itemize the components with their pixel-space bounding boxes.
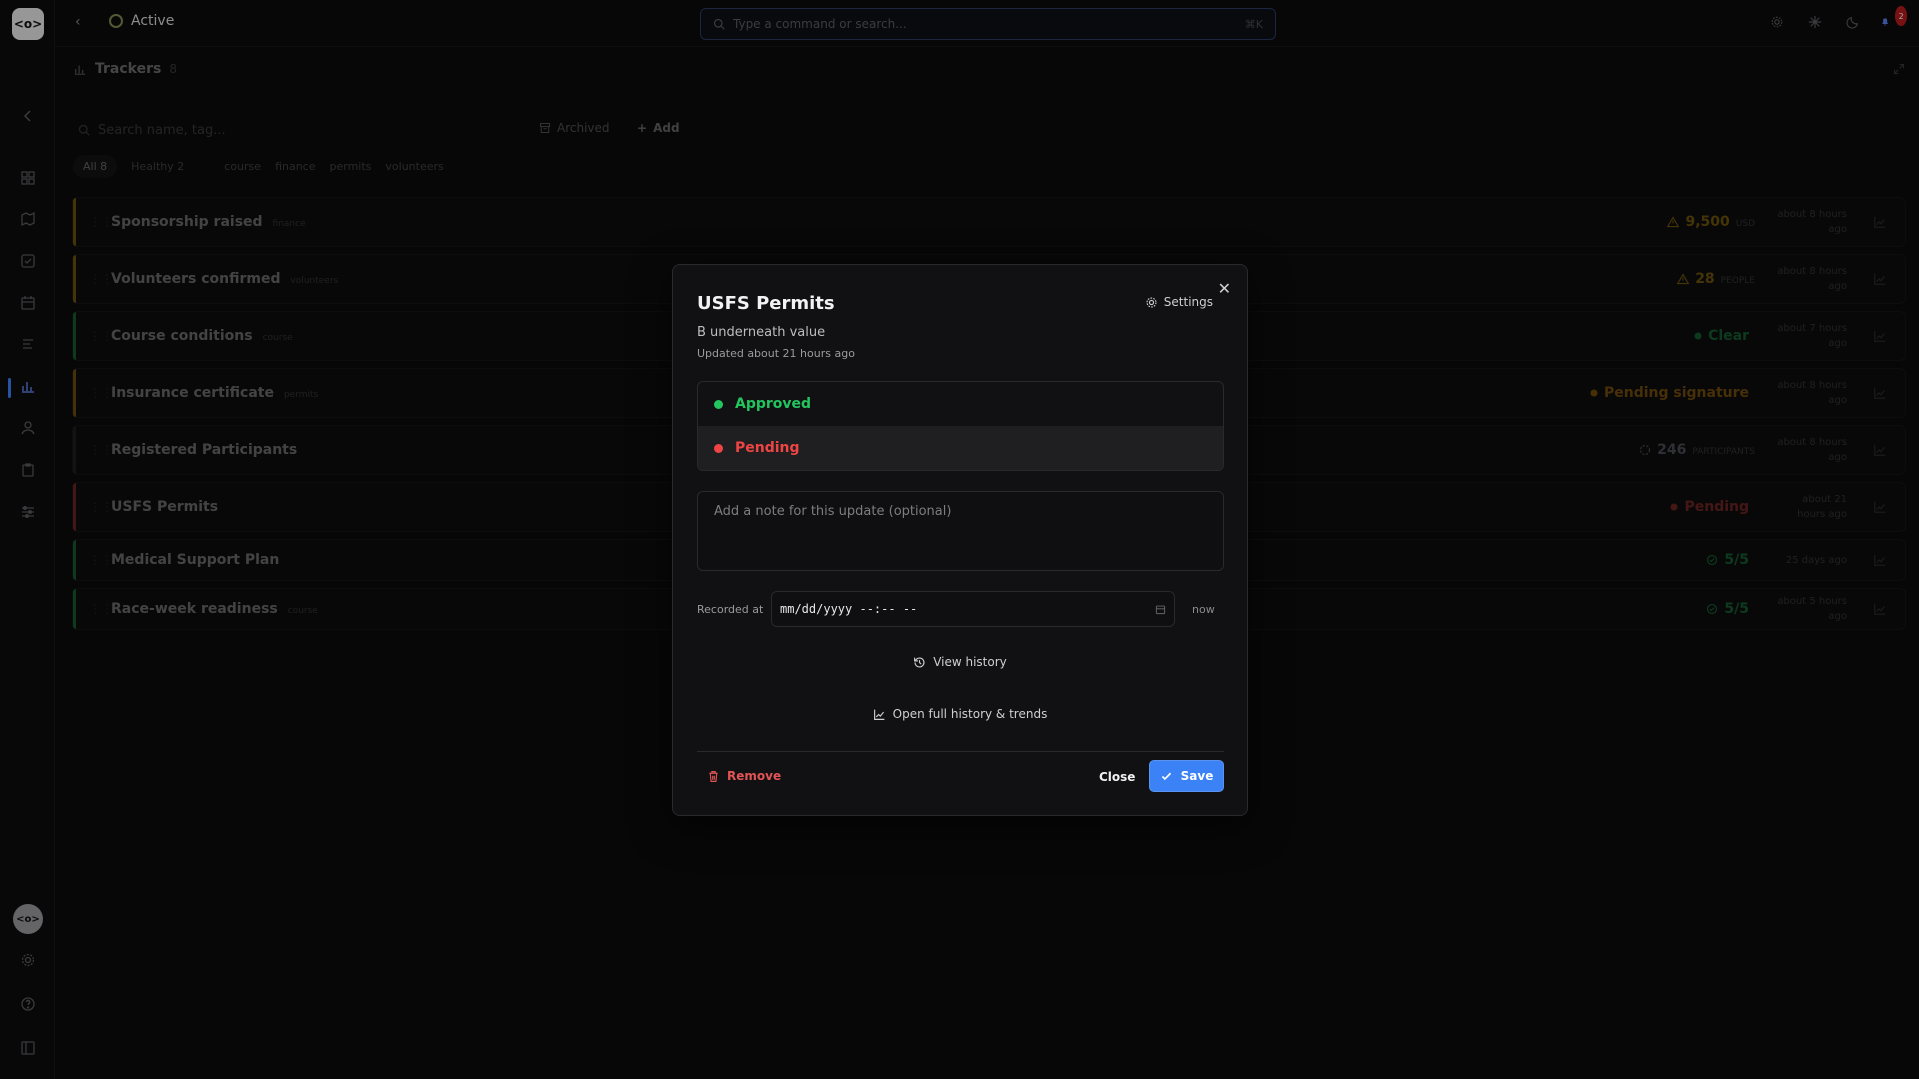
open-full-history-button[interactable]: Open full history & trends bbox=[673, 707, 1247, 721]
updated-timestamp: Updated about 21 hours ago bbox=[697, 347, 855, 360]
save-button[interactable]: Save bbox=[1149, 760, 1224, 792]
footer-divider bbox=[697, 751, 1224, 752]
recorded-at-label: Recorded at bbox=[697, 603, 764, 616]
trash-icon bbox=[707, 770, 720, 783]
gear-icon bbox=[1145, 296, 1158, 309]
recorded-at-input[interactable]: mm/dd/yyyy --:-- -- bbox=[771, 591, 1175, 627]
settings-button[interactable]: Settings bbox=[1145, 295, 1213, 309]
status-options: Approved Pending bbox=[697, 381, 1224, 471]
tracker-update-dialog: ✕ USFS Permits Settings B underneath val… bbox=[672, 264, 1248, 816]
status-option-approved[interactable]: Approved bbox=[698, 382, 1223, 426]
option-label: Pending bbox=[735, 440, 800, 456]
datetime-value: mm/dd/yyyy --:-- -- bbox=[780, 602, 918, 616]
status-option-pending[interactable]: Pending bbox=[698, 426, 1223, 470]
remove-button[interactable]: Remove bbox=[707, 769, 781, 783]
status-dot-icon bbox=[714, 443, 723, 453]
close-icon[interactable]: ✕ bbox=[1218, 279, 1231, 298]
save-label: Save bbox=[1180, 769, 1214, 783]
close-button[interactable]: Close bbox=[1099, 770, 1135, 784]
view-history-label: View history bbox=[933, 655, 1007, 669]
now-button[interactable]: now bbox=[1192, 603, 1215, 616]
open-full-label: Open full history & trends bbox=[892, 707, 1048, 721]
dialog-subtitle: B underneath value bbox=[697, 325, 826, 340]
option-label: Approved bbox=[735, 396, 812, 412]
status-dot-icon bbox=[714, 399, 723, 409]
app-root: <o> <o> ‹ Active Type a command or searc… bbox=[0, 0, 1919, 1079]
calendar-icon[interactable] bbox=[1155, 604, 1166, 615]
settings-label: Settings bbox=[1163, 295, 1213, 309]
view-history-button[interactable]: View history bbox=[673, 655, 1247, 669]
dialog-title: USFS Permits bbox=[697, 293, 835, 314]
trend-chart-icon bbox=[873, 708, 886, 721]
history-icon bbox=[913, 656, 926, 669]
check-icon bbox=[1160, 770, 1173, 783]
remove-label: Remove bbox=[727, 769, 782, 783]
note-textarea[interactable] bbox=[697, 491, 1224, 571]
